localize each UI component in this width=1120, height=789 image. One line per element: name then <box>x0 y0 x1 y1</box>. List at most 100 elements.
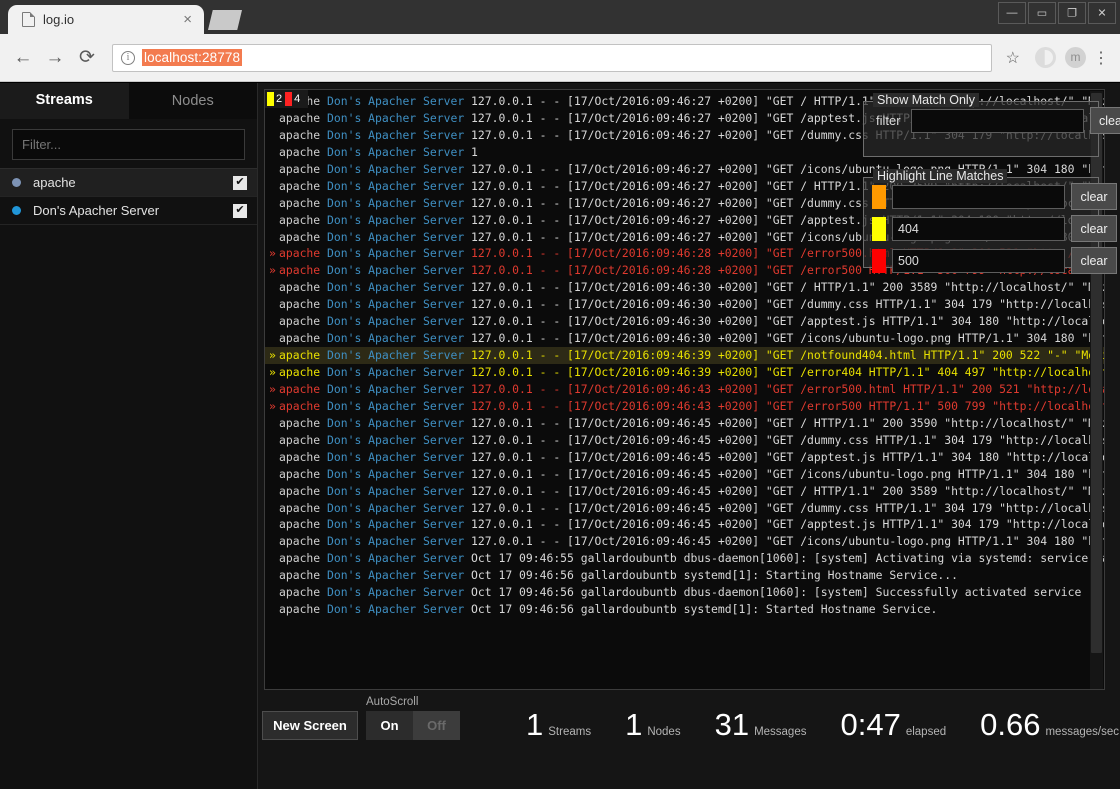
badge-color-swatch-icon <box>285 92 293 106</box>
log-line[interactable]: » apache Don's Apacher Server 127.0.0.1 -… <box>265 398 1104 415</box>
log-line-stream: apache <box>279 127 328 142</box>
badge-yellow: 2 <box>267 92 282 106</box>
profile-avatar[interactable]: m <box>1065 47 1086 68</box>
browser-menu-icon[interactable]: ⋮ <box>1090 48 1112 68</box>
new-screen-button[interactable]: New Screen <box>262 711 358 740</box>
maximize-button[interactable]: ▭ <box>1028 2 1056 24</box>
log-line-node: Don's Apacher Server <box>327 297 472 312</box>
log-line-marker-icon: » <box>269 365 276 379</box>
page-favicon-icon <box>22 12 35 27</box>
log-line[interactable]: apache Don's Apacher Server 127.0.0.1 - … <box>265 466 1104 483</box>
close-window-button[interactable]: ✕ <box>1088 2 1116 24</box>
stream-item-apache[interactable]: apache ✔ <box>0 169 257 197</box>
restore-button[interactable]: ❐ <box>1058 2 1086 24</box>
stat-value: 31 <box>714 707 750 742</box>
log-line[interactable]: apache Don's Apacher Server 127.0.0.1 - … <box>265 432 1104 449</box>
log-line[interactable]: » apache Don's Apacher Server 127.0.0.1 -… <box>265 347 1104 364</box>
tab-nodes[interactable]: Nodes <box>128 83 257 119</box>
log-line[interactable]: » apache Don's Apacher Server 127.0.0.1 -… <box>265 381 1104 398</box>
stat-messages-sec: 0.66 messages/sec <box>980 707 1119 743</box>
reload-button[interactable]: ⟳ <box>72 43 102 73</box>
highlight-input-red[interactable] <box>892 248 1065 273</box>
bookmark-star-icon[interactable]: ☆ <box>1000 48 1026 68</box>
log-line-stream: apache <box>279 534 328 549</box>
site-info-icon[interactable]: i <box>121 50 135 65</box>
log-line-stream: apache <box>279 297 328 312</box>
log-line[interactable]: apache Don's Apacher Server Oct 17 09:46… <box>265 584 1104 601</box>
stat-streams: 1 Streams <box>526 707 591 743</box>
stat-value: 1 <box>625 707 643 742</box>
extension-one-icon[interactable] <box>1035 47 1056 68</box>
badge-red: 4 <box>285 92 300 106</box>
browser-tab[interactable]: log.io × <box>8 5 204 34</box>
log-line[interactable]: apache Don's Apacher Server Oct 17 09:46… <box>265 550 1104 567</box>
highlight-input-orange[interactable] <box>892 184 1065 209</box>
stream-item-dons-apacher-server[interactable]: Don's Apacher Server ✔ <box>0 197 257 225</box>
log-line[interactable]: apache Don's Apacher Server 127.0.0.1 - … <box>265 279 1104 296</box>
stream-checkbox[interactable]: ✔ <box>233 203 247 218</box>
new-tab-button[interactable] <box>208 10 242 30</box>
autoscroll-on-button[interactable]: On <box>366 711 413 740</box>
badge-count: 2 <box>276 93 283 105</box>
stat-label: Nodes <box>647 726 681 738</box>
log-line-stream: apache <box>279 517 328 532</box>
minimize-icon: — <box>1006 7 1018 19</box>
log-line-marker-icon: » <box>269 398 276 413</box>
main-area: 2 4 apache Don's Apacher Server 127.0.0.… <box>258 83 1120 789</box>
stream-item-label: apache <box>33 175 76 190</box>
stream-list: apache ✔ Don's Apacher Server ✔ <box>0 168 257 225</box>
log-line[interactable]: apache Don's Apacher Server 127.0.0.1 - … <box>265 483 1104 500</box>
stat-label: messages/sec <box>1045 726 1119 738</box>
minimize-button[interactable]: — <box>998 2 1026 24</box>
close-tab-icon[interactable]: × <box>179 12 196 27</box>
highlight-clear-red-button[interactable]: clear <box>1071 247 1117 274</box>
log-line-message: Oct 17 09:46:55 gallardoubuntb dbus-daem… <box>471 551 1104 566</box>
match-filter-input[interactable] <box>910 108 1084 133</box>
highlight-panel-title: Highlight Line Matches <box>873 169 1008 183</box>
log-line[interactable]: apache Don's Apacher Server 127.0.0.1 - … <box>265 449 1104 466</box>
log-line-node: Don's Apacher Server <box>327 246 472 261</box>
log-line-stream: apache <box>279 212 328 227</box>
highlight-color-swatch-icon[interactable] <box>872 216 886 241</box>
filter-input[interactable] <box>12 129 245 160</box>
log-line[interactable]: apache Don's Apacher Server 127.0.0.1 - … <box>265 330 1104 347</box>
highlight-color-swatch-icon[interactable] <box>872 248 886 273</box>
show-match-only-title: Show Match Only <box>873 93 979 107</box>
log-line[interactable]: apache Don's Apacher Server 127.0.0.1 - … <box>265 500 1104 517</box>
stream-item-label: Don's Apacher Server <box>33 203 160 218</box>
match-clear-button[interactable]: clear <box>1089 107 1120 134</box>
log-line[interactable]: apache Don's Apacher Server Oct 17 09:46… <box>265 567 1104 584</box>
log-line[interactable]: apache Don's Apacher Server 127.0.0.1 - … <box>265 296 1104 313</box>
log-line[interactable]: apache Don's Apacher Server Oct 17 09:46… <box>265 601 1104 618</box>
log-line-node: Don's Apacher Server <box>327 381 472 396</box>
log-line[interactable]: apache Don's Apacher Server 127.0.0.1 - … <box>265 516 1104 533</box>
log-line-message: 127.0.0.1 - - [17/Oct/2016:09:46:45 +020… <box>471 432 1104 447</box>
forward-button[interactable]: → <box>40 43 70 73</box>
tab-streams[interactable]: Streams <box>0 83 129 119</box>
stat-value: 1 <box>526 707 544 742</box>
highlight-clear-yellow-button[interactable]: clear <box>1071 215 1117 242</box>
log-line-node: Don's Apacher Server <box>327 314 472 329</box>
address-bar[interactable]: i localhost:28778 <box>112 43 992 72</box>
log-line[interactable]: » apache Don's Apacher Server 127.0.0.1 -… <box>265 364 1104 381</box>
log-line-node: Don's Apacher Server <box>327 449 472 464</box>
autoscroll-off-button[interactable]: Off <box>413 711 460 740</box>
log-line-message: 127.0.0.1 - - [17/Oct/2016:09:46:45 +020… <box>471 500 1104 515</box>
log-line[interactable]: apache Don's Apacher Server 127.0.0.1 - … <box>265 313 1104 330</box>
stat-label: Streams <box>548 726 592 738</box>
browser-titlebar: log.io × — ▭ ❐ ✕ <box>0 0 1120 34</box>
close-icon: ✕ <box>1097 7 1107 20</box>
highlight-row-yellow: clear <box>864 210 1117 242</box>
log-line-stream: apache <box>279 263 328 278</box>
back-button[interactable]: ← <box>8 43 38 73</box>
log-line-marker-icon: » <box>269 381 276 396</box>
autoscroll-toggle[interactable]: On Off <box>366 711 460 740</box>
highlight-color-swatch-icon[interactable] <box>872 184 886 209</box>
log-line-message: 127.0.0.1 - - [17/Oct/2016:09:46:45 +020… <box>471 483 1104 498</box>
stream-checkbox[interactable]: ✔ <box>233 175 247 190</box>
highlight-input-yellow[interactable] <box>892 216 1065 241</box>
match-count-badges: 2 4 <box>265 90 309 108</box>
log-line[interactable]: apache Don's Apacher Server 127.0.0.1 - … <box>265 533 1104 550</box>
highlight-clear-orange-button[interactable]: clear <box>1071 183 1117 210</box>
log-line[interactable]: apache Don's Apacher Server 127.0.0.1 - … <box>265 415 1104 432</box>
